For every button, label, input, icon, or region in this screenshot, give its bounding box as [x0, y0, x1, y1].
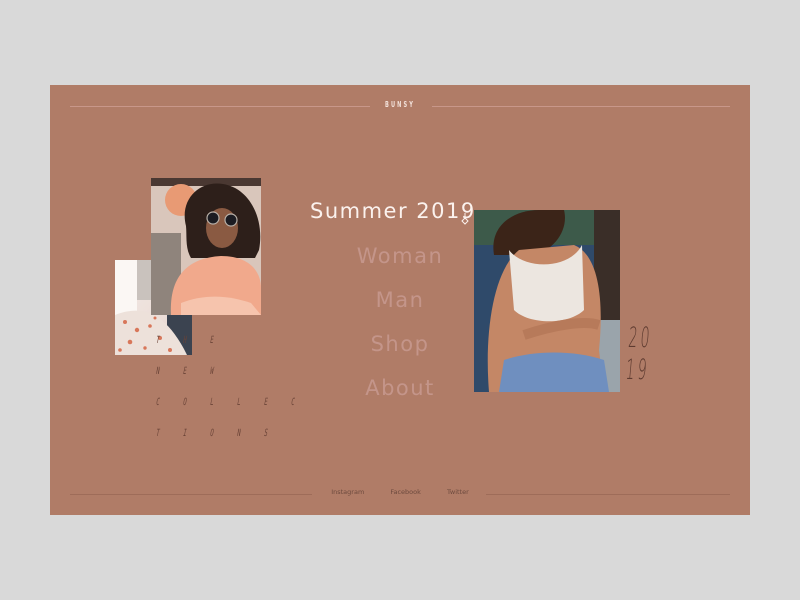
- tagline-letter: E: [209, 335, 215, 346]
- brand-logo[interactable]: BUNSY: [155, 100, 645, 109]
- twitter-link[interactable]: Twitter: [447, 488, 469, 496]
- main-menu: Woman Man Shop About: [300, 240, 500, 416]
- woman-sunglasses-image: [151, 178, 261, 315]
- tagline-letter: S: [263, 428, 269, 439]
- tagline-letter: E: [182, 366, 188, 377]
- tagline-letter: T: [155, 428, 161, 439]
- tagline-letter: O: [182, 397, 188, 408]
- tagline-letter: N: [236, 428, 242, 439]
- tagline-letter: I: [182, 428, 188, 439]
- page-title: Summer 2019: [310, 199, 476, 223]
- menu-item-man[interactable]: Man: [300, 284, 500, 328]
- menu-item-about[interactable]: About: [300, 372, 500, 416]
- year-top: 20: [627, 321, 654, 354]
- landing-page-frame: BUNSY Summer 2019 Woman Man Shop About T…: [50, 85, 750, 515]
- tagline-letter: E: [263, 397, 269, 408]
- tagline-letter: L: [236, 397, 242, 408]
- social-links: Instagram Facebook Twitter: [50, 488, 750, 496]
- tagline-letter: L: [209, 397, 215, 408]
- year-label: 20 19: [624, 321, 654, 386]
- tagline-letter: N: [155, 366, 161, 377]
- tagline-letter: O: [209, 428, 215, 439]
- menu-item-woman[interactable]: Woman: [300, 240, 500, 284]
- year-bottom: 19: [624, 353, 652, 386]
- instagram-link[interactable]: Instagram: [331, 488, 364, 496]
- facebook-link[interactable]: Facebook: [390, 488, 421, 496]
- tagline-letter: W: [209, 366, 215, 377]
- menu-item-shop[interactable]: Shop: [300, 328, 500, 372]
- tagline-letter: C: [155, 397, 161, 408]
- woman-sunglasses-graphic: [151, 178, 261, 315]
- tagline-letter: C: [290, 397, 296, 408]
- mouse-cursor-icon: [461, 213, 469, 225]
